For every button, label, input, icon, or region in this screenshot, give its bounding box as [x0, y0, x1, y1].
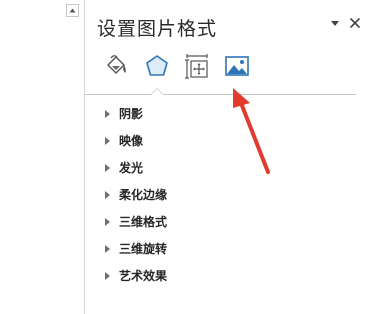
- expand-caret-icon: [105, 136, 110, 145]
- expand-caret-icon: [105, 217, 110, 226]
- section-label: 艺术效果: [119, 269, 168, 283]
- close-pane-button[interactable]: [348, 15, 362, 29]
- section-label: 柔化边缘: [119, 188, 168, 202]
- section-artistic-effects[interactable]: 艺术效果: [105, 262, 167, 289]
- left-scroll-area: [0, 0, 84, 314]
- section-label: 三维格式: [119, 215, 168, 229]
- tab-separator-line: [85, 94, 356, 95]
- tab-fill-line[interactable]: [103, 52, 133, 82]
- format-picture-pane: 设置图片格式 阴影 映像 发光 柔化边缘 三维格式 三维旋转 艺术效果: [85, 0, 370, 314]
- section-glow[interactable]: 发光: [105, 154, 167, 181]
- format-picture-window: 设置图片格式 阴影 映像 发光 柔化边缘 三维格式 三维旋转 艺术效果: [0, 0, 370, 314]
- pane-title: 设置图片格式: [97, 18, 218, 40]
- section-3d-format[interactable]: 三维格式: [105, 208, 167, 235]
- pane-controls: [330, 15, 362, 29]
- effects-sections-list: 阴影 映像 发光 柔化边缘 三维格式 三维旋转 艺术效果: [105, 100, 167, 289]
- pentagon-icon: [146, 55, 168, 76]
- section-shadow[interactable]: 阴影: [105, 100, 167, 127]
- picture-icon: [225, 56, 249, 76]
- section-label: 阴影: [119, 107, 144, 121]
- section-3d-rotation[interactable]: 三维旋转: [105, 235, 167, 262]
- section-label: 发光: [119, 161, 144, 175]
- pane-options-button[interactable]: [330, 15, 340, 29]
- section-reflection[interactable]: 映像: [105, 127, 167, 154]
- close-icon: [349, 17, 361, 29]
- tab-size-properties[interactable]: [183, 52, 213, 82]
- expand-caret-icon: [105, 271, 110, 280]
- section-soft-edges[interactable]: 柔化边缘: [105, 181, 167, 208]
- selected-tab-indicator: [150, 88, 164, 95]
- tab-picture[interactable]: [223, 52, 253, 82]
- paint-bucket-icon: [107, 55, 126, 74]
- section-label: 映像: [119, 134, 144, 148]
- scroll-up-arrow-icon: [69, 8, 76, 13]
- expand-caret-icon: [105, 163, 110, 172]
- scroll-up-button[interactable]: [66, 4, 79, 17]
- expand-caret-icon: [105, 244, 110, 253]
- dropdown-triangle-icon: [331, 21, 339, 26]
- format-category-tabs: [99, 52, 369, 86]
- expand-caret-icon: [105, 190, 110, 199]
- tab-effects[interactable]: [143, 52, 173, 82]
- size-position-icon: [185, 54, 208, 79]
- expand-caret-icon: [105, 109, 110, 118]
- section-label: 三维旋转: [119, 242, 168, 256]
